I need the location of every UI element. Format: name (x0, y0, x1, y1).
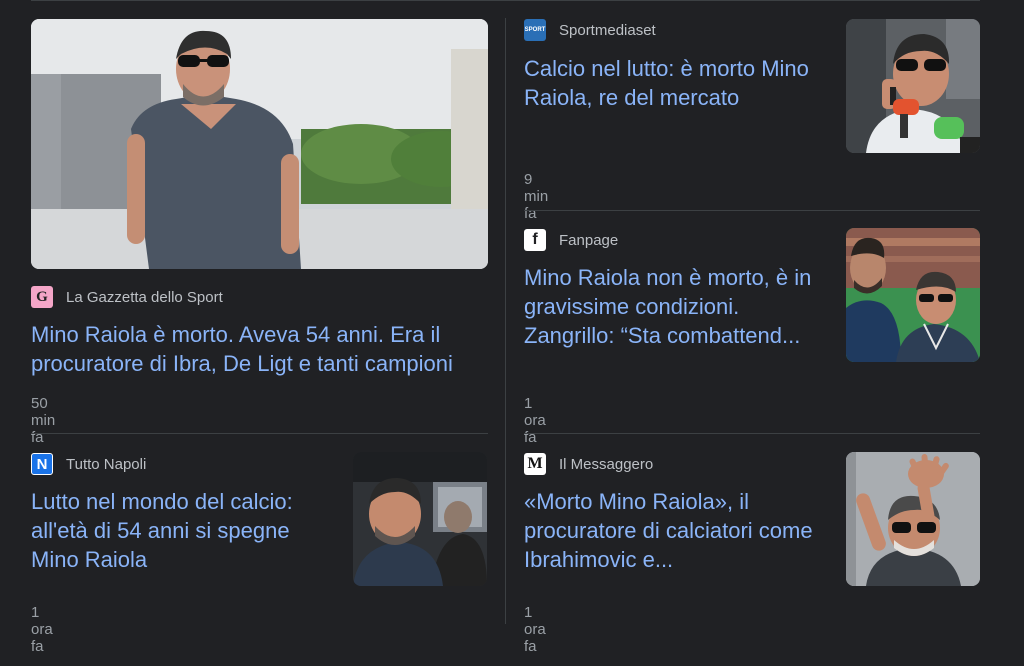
source-name: Tutto Napoli (66, 455, 147, 473)
row-divider (31, 433, 488, 434)
news-thumbnail[interactable] (846, 452, 980, 586)
news-source: N Tutto Napoli (31, 452, 146, 476)
news-thumbnail[interactable] (31, 19, 488, 269)
tuttonapoli-logo-icon: N (31, 453, 53, 475)
source-name: La Gazzetta dello Sport (66, 288, 223, 306)
news-timestamp: 1 ora fa (31, 604, 53, 655)
news-thumbnail[interactable] (846, 19, 980, 153)
news-headline-link[interactable]: Mino Raiola è morto. Aveva 54 anni. Era … (31, 320, 491, 378)
gazzetta-logo-icon: G (31, 286, 53, 308)
sportmediaset-logo-icon: SPORT (524, 19, 546, 41)
news-source: G La Gazzetta dello Sport (31, 285, 223, 309)
source-name: Il Messaggero (559, 455, 654, 473)
top-divider (31, 0, 980, 1)
news-thumbnail[interactable] (353, 452, 487, 586)
news-source: f Fanpage (524, 228, 618, 252)
news-headline-link[interactable]: Calcio nel lutto: è morto Mino Raiola, r… (524, 54, 824, 112)
news-source: M Il Messaggero (524, 452, 653, 476)
news-timestamp: 50 min fa (31, 395, 56, 446)
news-timestamp: 9 min fa (524, 171, 549, 222)
news-thumbnail[interactable] (846, 228, 980, 362)
news-headline-link[interactable]: Mino Raiola non è morto, è in gravissime… (524, 263, 829, 350)
news-source: SPORT Sportmediaset (524, 18, 656, 42)
news-timestamp: 1 ora fa (524, 395, 546, 446)
messaggero-logo-icon: M (524, 453, 546, 475)
news-timestamp: 1 ora fa (524, 604, 546, 655)
row-divider (524, 433, 980, 434)
row-divider (524, 210, 980, 211)
source-name: Sportmediaset (559, 21, 656, 39)
fanpage-logo-icon: f (524, 229, 546, 251)
source-name: Fanpage (559, 231, 619, 249)
column-divider (505, 18, 506, 624)
news-headline-link[interactable]: «Morto Mino Raiola», il procuratore di c… (524, 487, 824, 574)
news-headline-link[interactable]: Lutto nel mondo del calcio: all'età di 5… (31, 487, 331, 574)
